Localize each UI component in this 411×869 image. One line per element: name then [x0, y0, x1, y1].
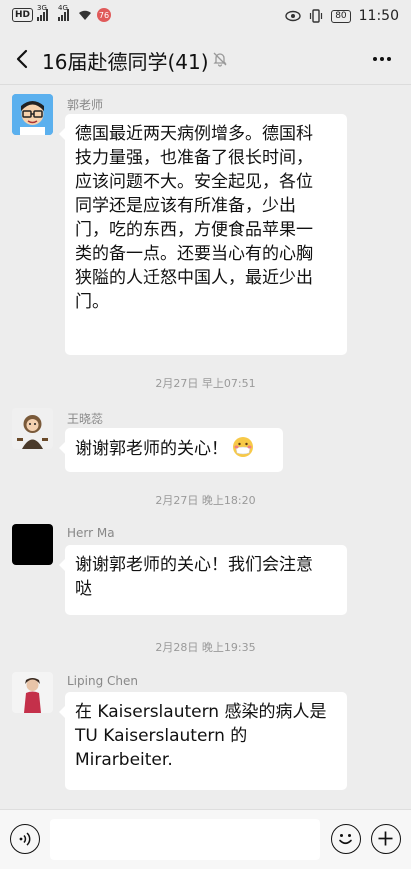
message-line: 技力量强，也准备了很长时间， — [75, 148, 313, 168]
message-input[interactable] — [50, 819, 320, 860]
more-dots-icon — [373, 57, 377, 61]
more-button[interactable] — [367, 46, 397, 72]
sender-name: 王晓蕊 — [67, 412, 104, 426]
message-text: 谢谢郭老师的关心！ — [75, 439, 228, 459]
notification-badge: 76 — [97, 8, 112, 22]
message-timestamp: 2月27日 早上07:51 — [155, 377, 256, 390]
message-line: 德国最近两天病例增多。德国科 — [75, 124, 313, 144]
message-line: 谢谢郭老师的关心！我们会注意 — [75, 555, 313, 575]
message-bubble[interactable]: 谢谢郭老师的关心！ — [59, 428, 283, 472]
battery-icon: 80 — [331, 9, 351, 23]
message-line: TU Kaiserslautern 的 — [75, 726, 248, 746]
sender-name: Liping Chen — [67, 674, 138, 688]
sender-name: 郭老师 — [67, 98, 104, 112]
more-functions-button[interactable] — [371, 824, 401, 854]
message-timestamp: 2月28日 晚上19:35 — [155, 641, 256, 654]
avatar-photo-icon — [12, 672, 53, 713]
wifi-icon — [79, 10, 92, 20]
message-bubble[interactable]: 德国最近两天病例增多。德国科 技力量强，也准备了很长时间， 应该问题不大。安全起… — [59, 114, 347, 355]
bell-off-icon — [213, 52, 227, 67]
message-list[interactable]: 郭老师 德国最近两天病例增多。德国科 技力量强，也准备了很长时间， 应该问题不大… — [0, 84, 411, 809]
back-button[interactable] — [8, 44, 36, 74]
voice-button[interactable] — [10, 824, 40, 854]
chat-title: 16届赴德同学(41) — [42, 50, 209, 74]
vibrate-icon — [310, 9, 323, 23]
avatar[interactable] — [12, 524, 53, 565]
hd-badge: HD — [12, 8, 34, 22]
cellular-signal-icon-2: 4G — [58, 4, 70, 21]
avatar-cartoon-icon — [12, 94, 53, 135]
chat-header: 16届赴德同学(41) — [0, 34, 411, 85]
voice-icon — [19, 832, 31, 846]
emoji-icon — [339, 834, 352, 845]
sender-name: Herr Ma — [67, 526, 115, 540]
mask-face-emoji-icon — [233, 437, 253, 457]
avatar-character-icon — [12, 408, 53, 449]
avatar[interactable] — [12, 408, 53, 449]
emoji-button[interactable] — [331, 824, 361, 854]
message-line: 同学还是应该有所准备，少出 — [75, 196, 296, 216]
message-line: 类的备一点。还要当心有的心胸 — [75, 244, 313, 264]
message-line: 应该问题不大。安全起见，各位 — [75, 172, 313, 192]
message-line: 哒 — [75, 579, 92, 599]
eye-icon — [285, 10, 301, 22]
message-timestamp: 2月27日 晚上18:20 — [155, 494, 256, 507]
avatar[interactable] — [12, 672, 53, 713]
message-line: Mirarbeiter. — [75, 750, 173, 770]
message-line: 狭隘的人迁怒中国人，最近少出 — [75, 268, 313, 288]
cellular-signal-icon: 3G — [37, 4, 49, 21]
status-bar: HD 3G 4G 76 80 11:50 — [0, 0, 411, 34]
clock: 11:50 — [358, 8, 399, 24]
avatar[interactable] — [12, 94, 53, 135]
message-line: 门，吃的东西，方便食品苹果一 — [75, 220, 313, 240]
message-line: 在 Kaiserslautern 感染的病人是 — [75, 702, 327, 722]
message-line: 门。 — [75, 292, 109, 312]
plus-icon — [378, 831, 393, 846]
input-bar — [0, 809, 411, 869]
chevron-left-icon — [16, 49, 28, 69]
message-bubble[interactable]: 谢谢郭老师的关心！我们会注意 哒 — [59, 545, 347, 615]
message-bubble[interactable]: 在 Kaiserslautern 感染的病人是 TU Kaiserslauter… — [59, 692, 347, 790]
